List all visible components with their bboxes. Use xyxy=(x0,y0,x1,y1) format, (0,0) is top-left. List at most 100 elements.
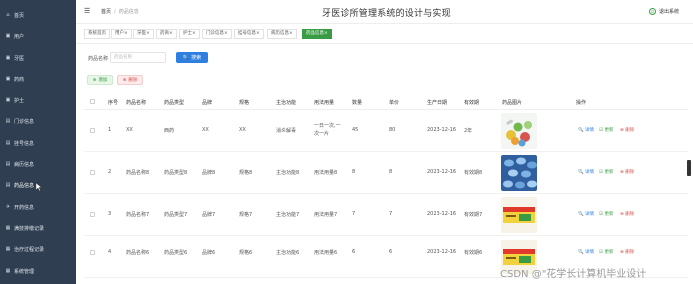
table-header: 序号 药品名称 药品类型 品牌 规格 主治功能 用法用量 数量 单价 生产日期 … xyxy=(84,93,688,110)
detail-label: 详情 xyxy=(585,212,595,217)
edit-label: 更新 xyxy=(604,170,614,175)
delete-button[interactable]: ⊗ 删除 xyxy=(620,211,634,217)
table-row: 2 药品名称8 药品类型8 品牌8 规格8 主治功能8 用法用量8 8 8 20… xyxy=(84,152,688,194)
tab-supplier[interactable]: 药商× xyxy=(156,29,177,39)
tab-register[interactable]: 挂号信息× xyxy=(234,29,264,39)
edit-button[interactable]: ☑ 更新 xyxy=(599,249,613,255)
sidebar-item-label: 牙医 xyxy=(14,55,25,62)
edit-button[interactable]: ☑ 更新 xyxy=(599,127,613,133)
cell-function: 主治功能7 xyxy=(276,212,300,218)
sidebar-item-label: 首页 xyxy=(14,12,25,19)
sidebar-item-label: 药品信息 xyxy=(14,182,35,189)
nurse-icon: ▣ xyxy=(5,97,11,103)
sidebar-item-register[interactable]: ▤ 挂号信息 xyxy=(0,136,76,150)
cell-function: 主治功能6 xyxy=(276,250,300,256)
tab-medicine[interactable]: 药品信息× xyxy=(302,29,332,39)
cell-price: 6 xyxy=(389,249,393,255)
cell-function: 消炎解毒 xyxy=(276,128,297,134)
cell-qty: 6 xyxy=(352,249,356,255)
col-header: 有效期 xyxy=(464,100,480,106)
page-title: 牙医诊所管理系统的设计与实现 xyxy=(322,9,451,19)
cell-qty: 8 xyxy=(352,169,356,175)
prescribe-icon: ✈ xyxy=(5,204,11,210)
cell-no: 4 xyxy=(108,249,112,255)
sidebar-item-prescribe[interactable]: ✈ 开药信息 xyxy=(0,200,76,214)
settings-icon: ▦ xyxy=(5,268,11,274)
cell-price: 8 xyxy=(389,169,393,175)
breadcrumb: 首页 / 药品信息 xyxy=(101,8,139,15)
detail-button[interactable]: 🔍 详情 xyxy=(578,249,594,255)
cell-date: 2023-12-16 xyxy=(427,249,457,255)
row-checkbox[interactable] xyxy=(90,212,95,217)
detail-label: 详情 xyxy=(585,128,595,133)
row-checkbox[interactable] xyxy=(90,128,95,133)
search-button[interactable]: 🔍 搜索 xyxy=(176,52,208,63)
breadcrumb-home[interactable]: 首页 xyxy=(101,9,111,15)
edit-label: 更新 xyxy=(604,128,614,133)
tab-nurse[interactable]: 护士× xyxy=(179,29,200,39)
cell-valid: 2年 xyxy=(464,128,473,134)
tab-record[interactable]: 病历信息× xyxy=(267,29,297,39)
cell-price: 80 xyxy=(389,127,396,133)
record-icon: ▤ xyxy=(5,161,11,167)
sidebar-item-home[interactable]: ⌂ 首页 xyxy=(0,8,76,22)
cell-valid: 有效期8 xyxy=(464,170,483,176)
search-input[interactable]: 药品名称 xyxy=(110,52,166,63)
cell-price: 7 xyxy=(389,211,393,217)
sidebar-item-settings[interactable]: ▦ 系统管理 xyxy=(0,264,76,278)
row-checkbox[interactable] xyxy=(90,170,95,175)
delete-label: 删除 xyxy=(625,212,635,217)
col-header: 数量 xyxy=(352,100,363,106)
batch-delete-button[interactable]: ⊗ 删除 xyxy=(117,75,143,85)
add-button[interactable]: ⊕ 增加 xyxy=(87,75,113,85)
cell-qty: 7 xyxy=(352,211,356,217)
sidebar-item-nurse[interactable]: ▣ 护士 xyxy=(0,93,76,107)
sidebar-item-supplier[interactable]: ▣ 药商 xyxy=(0,72,76,86)
detail-button[interactable]: 🔍 详情 xyxy=(578,211,594,217)
sidebar-item-payment[interactable]: ▦ 满技排缴记录 xyxy=(0,221,76,235)
search-button-label: 搜索 xyxy=(191,55,202,61)
medicine-image xyxy=(501,113,537,149)
tab-clinic[interactable]: 门诊信息× xyxy=(202,29,232,39)
watermark: CSDN @"花学长计算机毕业设计 xyxy=(500,269,647,280)
detail-label: 详情 xyxy=(585,170,595,175)
select-all-checkbox[interactable] xyxy=(90,99,95,104)
tab-user[interactable]: 用户× xyxy=(111,29,132,39)
sidebar-item-treatment[interactable]: ▦ 治疗过程记录 xyxy=(0,242,76,256)
col-header: 主治功能 xyxy=(276,100,297,106)
scrollbar-handle[interactable] xyxy=(687,160,691,176)
edit-label: 更新 xyxy=(604,212,614,217)
detail-label: 详情 xyxy=(585,250,595,255)
menu-toggle-icon[interactable]: ☰ xyxy=(84,7,90,15)
delete-button[interactable]: ⊗ 删除 xyxy=(620,127,634,133)
cell-name: 药品名称6 xyxy=(126,250,150,256)
sidebar-item-dentist[interactable]: ▣ 牙医 xyxy=(0,51,76,65)
sidebar-item-label: 系统管理 xyxy=(14,268,35,275)
home-icon: ⌂ xyxy=(6,12,10,18)
detail-button[interactable]: 🔍 详情 xyxy=(578,127,594,133)
sidebar-item-clinic[interactable]: ▤ 门诊信息 xyxy=(0,114,76,128)
edit-button[interactable]: ☑ 更新 xyxy=(599,211,613,217)
detail-button[interactable]: 🔍 详情 xyxy=(578,169,594,175)
cell-usage: 用法用量6 xyxy=(314,250,338,256)
col-header: 单价 xyxy=(389,100,400,106)
sidebar-item-user[interactable]: ▣ 用户 xyxy=(0,29,76,43)
edit-button[interactable]: ☑ 更新 xyxy=(599,169,613,175)
cell-spec: 规格7 xyxy=(239,212,253,218)
cell-type: 药品类型6 xyxy=(164,250,188,256)
cell-valid: 有效期7 xyxy=(464,212,483,218)
cell-function: 主治功能8 xyxy=(276,170,300,176)
row-checkbox[interactable] xyxy=(90,250,95,255)
top-bar: ☰ 首页 / 药品信息 牙医诊所管理系统的设计与实现 ⏻ 退出系统 xyxy=(76,0,693,24)
col-header: 规格 xyxy=(239,100,250,106)
delete-button-label: 删除 xyxy=(128,78,138,83)
delete-button[interactable]: ⊗ 删除 xyxy=(620,249,634,255)
cell-brand: XX xyxy=(202,127,209,133)
delete-button[interactable]: ⊗ 删除 xyxy=(620,169,634,175)
col-header: 生产日期 xyxy=(427,100,448,106)
logout-button[interactable]: ⏻ 退出系统 xyxy=(649,8,679,15)
sidebar-item-record[interactable]: ▤ 病历信息 xyxy=(0,157,76,171)
tab-home[interactable]: 系统首页 xyxy=(84,29,110,39)
tab-dentist[interactable]: 牙医× xyxy=(133,29,154,39)
cell-valid: 有效期6 xyxy=(464,250,483,256)
